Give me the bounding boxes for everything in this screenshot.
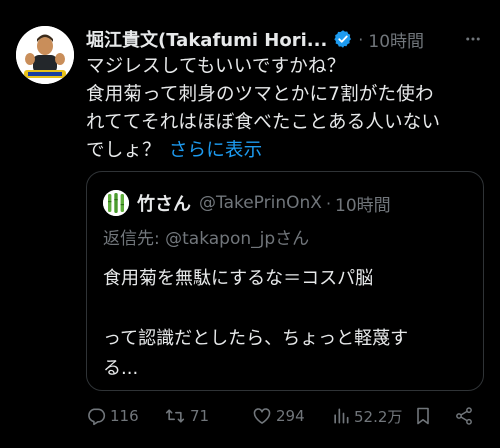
reply-suffix: さん [275,229,310,249]
quote-line: 食用菊を無駄にするな＝コスパ脳 [103,268,374,289]
author-display-name[interactable]: 堀江貴文(Takafumi Hori... [86,26,327,52]
quote-line: る... [103,358,139,379]
repost-button[interactable]: 71 [164,402,209,430]
like-button[interactable]: 294 [252,402,305,430]
more-options-icon[interactable] [460,26,486,52]
post-timestamp[interactable]: 10時間 [368,27,424,52]
quote-timestamp[interactable]: 10時間 [335,191,391,216]
avatar-image [16,26,74,84]
bamboo-icon [103,190,129,216]
quote-line: って認識だとしたら、ちょっと軽蔑す [103,328,409,349]
post-line: マジレスしてもいいですかね？ [86,56,346,77]
reply-context: 返信先: @takapon_jpさん [103,224,309,249]
reply-icon [86,406,106,426]
quote-text: 食用菊を無駄にするな＝コスパ脳 って認識だとしたら、ちょっと軽蔑す る... [103,264,473,384]
reply-prefix: 返信先: [103,229,166,249]
post-line-last: でしょ？ さらに表示 [86,137,486,165]
repost-count: 71 [190,407,210,425]
share-icon [454,406,474,426]
heart-icon [252,406,272,426]
repost-icon [164,406,186,426]
action-bar: 116 71 294 52.2万 [84,402,486,430]
post-line: 食用菊って刺身のツマとかに7割がた使わ [86,84,434,105]
post-line: でしょ？ [86,140,161,161]
post-line: れててそれはほぼ食べたことある人いない [86,112,441,133]
reply-count: 116 [110,407,139,425]
analytics-icon [332,406,350,426]
quote-separator: · [325,193,332,213]
quote-author-handle[interactable]: @TakePrinOnX [199,193,322,213]
reply-button[interactable]: 116 [86,402,139,430]
author-avatar[interactable] [16,26,74,84]
verified-badge-icon[interactable] [333,29,353,49]
header-separator: · [358,29,364,49]
bookmark-icon [414,406,432,426]
like-count: 294 [276,407,305,425]
reply-handle[interactable]: @takapon_jp [165,229,275,249]
quote-header: 竹さん @TakePrinOnX · 10時間 [103,190,473,216]
bookmark-button[interactable] [414,402,432,430]
tweet-header: 堀江貴文(Takafumi Hori... · 10時間 [86,24,486,54]
views-button[interactable]: 52.2万 [332,402,402,430]
view-count: 52.2万 [354,407,403,426]
share-button[interactable] [454,402,474,430]
post-text: マジレスしてもいいですかね？ 食用菊って刺身のツマとかに7割がた使わ れててそれ… [86,53,486,165]
quoted-post[interactable]: 竹さん @TakePrinOnX · 10時間 返信先: @takapon_jp… [86,171,484,391]
quote-author-avatar[interactable] [103,190,129,216]
tweet[interactable]: 堀江貴文(Takafumi Hori... · 10時間 マジレスしてもいいです… [0,0,500,448]
quote-author-name[interactable]: 竹さん [137,190,191,216]
show-more-link[interactable]: さらに表示 [169,140,263,161]
quote-blank-line [103,294,473,324]
